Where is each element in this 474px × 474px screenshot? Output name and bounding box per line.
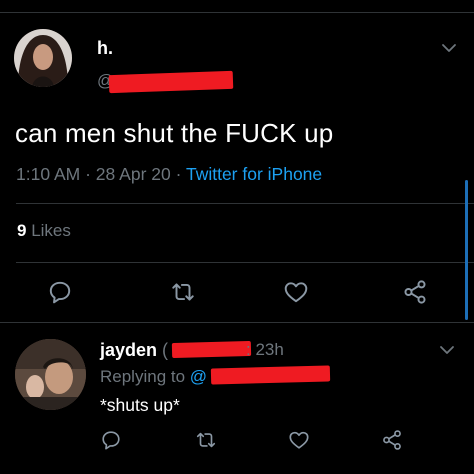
reply-reply-button[interactable] [100, 429, 122, 451]
share-icon [404, 280, 426, 304]
top-divider [0, 12, 474, 13]
reply-handle-redaction [171, 340, 252, 359]
divider [16, 262, 474, 263]
reply-button[interactable] [47, 279, 73, 305]
like-icon [289, 431, 309, 449]
retweet-button[interactable] [170, 279, 196, 305]
chevron-down-icon[interactable] [441, 43, 457, 53]
scrollbar[interactable] [465, 180, 468, 320]
tweet-date: 28 Apr 20 [95, 164, 171, 184]
likes-label: Likes [31, 221, 71, 240]
reply-share-button[interactable] [381, 429, 403, 451]
meta-separator: · [85, 164, 91, 184]
reply-like-button[interactable] [288, 429, 310, 451]
reply-icon [49, 281, 71, 304]
divider [16, 203, 474, 204]
replying-to-redaction [210, 365, 331, 385]
meta-separator: · [175, 164, 182, 184]
reply-author-name: jayden [100, 340, 158, 360]
share-button[interactable] [402, 279, 428, 305]
like-icon [284, 282, 308, 303]
replying-to-label: Replying to [100, 367, 186, 386]
retweet-icon [172, 283, 194, 301]
author-avatar[interactable] [14, 29, 72, 87]
replying-to: Replying to @ [100, 367, 207, 387]
reply-handle-open: ( [162, 340, 169, 360]
share-icon [383, 430, 401, 450]
like-button[interactable] [283, 279, 309, 305]
reply-retweet-button[interactable] [195, 429, 217, 451]
tweet-source-link[interactable]: Twitter for iPhone [186, 164, 322, 184]
reply-icon [102, 431, 120, 450]
tweet-meta: 1:10 AM · 28 Apr 20 · Twitter for iPhone [16, 164, 322, 185]
reply-author[interactable]: jayden ( [100, 340, 168, 361]
reply-timestamp: : 23h [246, 340, 284, 359]
reply-author-avatar[interactable] [15, 339, 86, 410]
likes-link[interactable]: 9 Likes [17, 221, 71, 241]
handle-redaction [108, 70, 234, 94]
likes-count: 9 [17, 221, 27, 240]
divider [0, 322, 474, 323]
chevron-down-icon[interactable] [439, 345, 455, 355]
reply-text: *shuts up* [100, 395, 180, 415]
tweet-text: can men shut the FUCK up [15, 118, 334, 148]
retweet-icon [196, 432, 216, 448]
replying-to-handle[interactable]: @ [190, 367, 207, 386]
tweet-time: 1:10 AM [16, 164, 81, 184]
author-name[interactable]: h. [97, 38, 113, 59]
tweet-detail-screen: h. @ can men shut the FUCK up 1:10 AM · … [0, 0, 474, 474]
